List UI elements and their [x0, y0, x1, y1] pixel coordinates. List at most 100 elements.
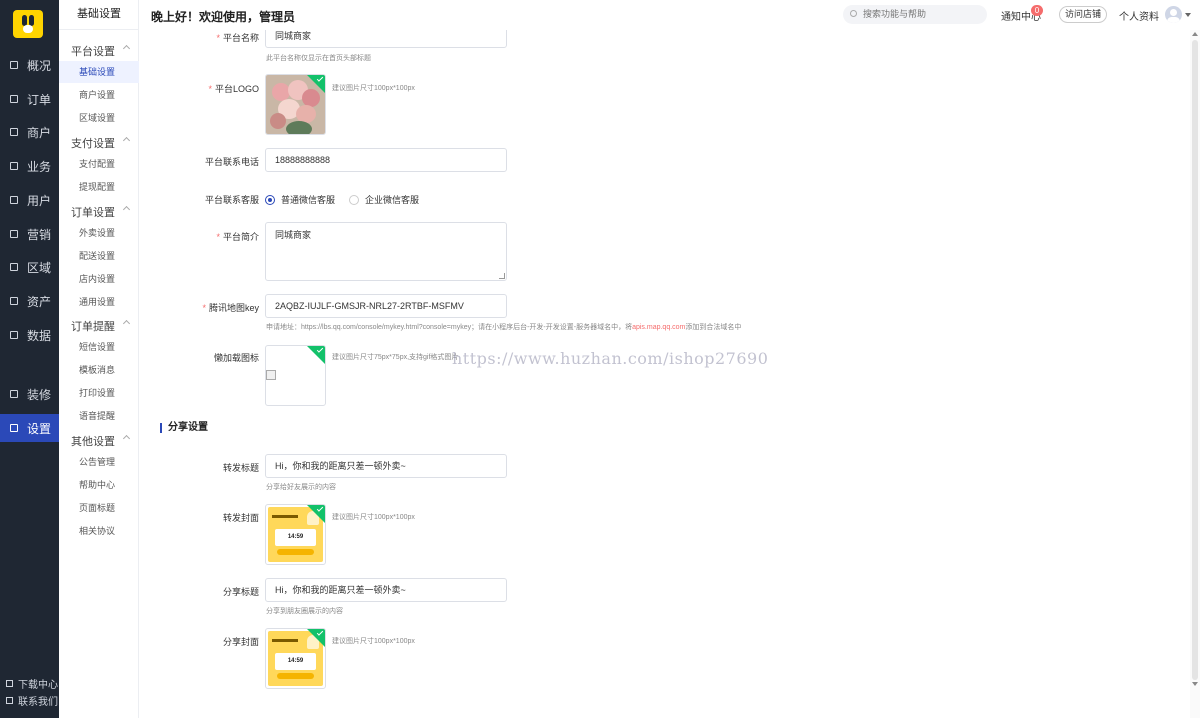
scrollbar-thumb[interactable] — [1192, 40, 1198, 680]
share-title-input[interactable]: Hi，你和我的距离只差一顿外卖~ — [265, 578, 507, 602]
broken-image-icon — [266, 370, 276, 380]
subnav-group-label: 支付设置 — [71, 138, 115, 150]
radio-enterprise-wechat[interactable]: 企业微信客服 — [349, 193, 419, 206]
sidebar-item-overview[interactable]: 概况 — [0, 52, 59, 78]
sidebar-item-label: 设置 — [27, 421, 52, 436]
sidebar-item-label: 订单 — [27, 92, 52, 107]
sidebar-item-marketing[interactable]: 营销 — [0, 221, 59, 247]
resize-handle-icon[interactable] — [499, 273, 505, 279]
notification-count-badge: 0 — [1031, 5, 1043, 16]
decorate-icon — [10, 390, 18, 398]
forward-cover-upload[interactable]: 14:59 — [265, 504, 326, 565]
service-label: 平台联系客服 — [204, 195, 259, 205]
subnav-item-notice[interactable]: 公告管理 — [59, 451, 139, 473]
phone-input[interactable]: 18888888888 — [265, 148, 507, 172]
subnav-item-takeout[interactable]: 外卖设置 — [59, 222, 139, 244]
logo-label: * 平台LOGO — [208, 84, 259, 94]
chevron-up-icon — [122, 205, 131, 214]
subnav-group-payment[interactable]: 支付设置 — [71, 135, 131, 151]
subnav-item-region[interactable]: 区域设置 — [59, 107, 139, 129]
subnav-item-general[interactable]: 通用设置 — [59, 291, 139, 313]
subnav-item-page-title[interactable]: 页面标题 — [59, 497, 139, 519]
avatar[interactable] — [1165, 6, 1182, 23]
share-cover-label: 分享封面 — [222, 637, 259, 647]
subnav-item-help[interactable]: 帮助中心 — [59, 474, 139, 496]
mapkey-input[interactable]: 2AQBZ-IUJLF-GMSJR-NRL27-2RTBF-MSFMV — [265, 294, 507, 318]
subnav-group-label: 其他设置 — [71, 436, 115, 448]
sidebar-item-data[interactable]: 数据 — [0, 322, 59, 348]
visit-store-button[interactable]: 访问店铺 — [1059, 6, 1107, 23]
sidebar-item-label: 数据 — [27, 328, 52, 343]
subnav-group-other[interactable]: 其他设置 — [71, 433, 131, 449]
app-logo[interactable] — [13, 10, 43, 38]
subnav-item-pay-config[interactable]: 支付配置 — [59, 153, 139, 175]
radio-normal-wechat[interactable]: 普通微信客服 — [265, 193, 335, 206]
settings-icon — [10, 424, 18, 432]
merchant-icon — [10, 128, 18, 136]
contact-us-link[interactable]: 联系我们 — [6, 693, 58, 708]
logo-size-hint: 建议图片尺寸100px*100px — [332, 85, 415, 92]
data-icon — [10, 331, 18, 339]
subnav-group-platform[interactable]: 平台设置 — [71, 43, 131, 59]
greeting-text: 晚上好！欢迎使用，管理员 — [151, 10, 296, 24]
sidebar-item-merchants[interactable]: 商户 — [0, 119, 59, 145]
chevron-up-icon — [122, 434, 131, 443]
watermark-text: https://www.huzhan.com/ishop27690 — [452, 349, 769, 368]
forward-title-input[interactable]: Hi，你和我的距离只差一顿外卖~ — [265, 454, 507, 478]
chevron-up-icon — [122, 319, 131, 328]
subnav-group-label: 订单提醒 — [71, 321, 115, 333]
subnav-item-instore[interactable]: 店内设置 — [59, 268, 139, 290]
scroll-down-icon[interactable] — [1192, 682, 1198, 686]
main-sidebar: 概况 订单 商户 业务 用户 营销 区域 资产 数据 装修 设置 下载中心 联系… — [0, 0, 59, 718]
subnav-group-order[interactable]: 订单设置 — [71, 204, 131, 220]
platform-name-input[interactable]: 同城商家 — [265, 30, 507, 48]
subnav-item-delivery[interactable]: 配送设置 — [59, 245, 139, 267]
sidebar-item-region[interactable]: 区域 — [0, 254, 59, 280]
sidebar-item-assets[interactable]: 资产 — [0, 288, 59, 314]
sidebar-item-label: 业务 — [27, 159, 52, 174]
logo-upload[interactable] — [265, 74, 326, 135]
subnav-item-sms[interactable]: 短信设置 — [59, 336, 139, 358]
scroll-up-icon[interactable] — [1192, 32, 1198, 36]
subnav-group-label: 订单设置 — [71, 207, 115, 219]
top-header: 晚上好！欢迎使用，管理员 通知中心 0 访问店铺 个人资料 — [139, 0, 1200, 30]
region-icon — [10, 263, 18, 271]
sidebar-item-settings[interactable]: 设置 — [0, 414, 59, 442]
subnav-item-merchant[interactable]: 商户设置 — [59, 84, 139, 106]
settings-subnav: 基础设置 平台设置 基础设置 商户设置 区域设置 支付设置 支付配置 提现配置 … — [59, 0, 139, 718]
radio-unchecked-icon — [349, 194, 359, 205]
subnav-title: 基础设置 — [59, 0, 139, 30]
mapkey-hint: 申请地址：https://lbs.qq.com/console/mykey.ht… — [266, 324, 742, 331]
subnav-item-voice[interactable]: 语音提醒 — [59, 405, 139, 427]
sidebar-item-decorate[interactable]: 装修 — [0, 381, 59, 407]
subnav-group-label: 平台设置 — [71, 46, 115, 58]
mapkey-label: * 腾讯地图key — [202, 303, 259, 313]
sidebar-item-orders[interactable]: 订单 — [0, 86, 59, 112]
intro-text: 同城商家 — [275, 230, 312, 240]
phone-label: 平台联系电话 — [204, 157, 259, 167]
sidebar-item-label: 商户 — [27, 125, 52, 140]
platform-name-hint: 此平台名称仅显示在首页头部标题 — [266, 55, 371, 62]
forward-cover-label: 转发封面 — [222, 513, 259, 523]
download-center-link[interactable]: 下载中心 — [6, 676, 58, 691]
sidebar-item-users[interactable]: 用户 — [0, 187, 59, 213]
lazy-icon-upload[interactable] — [265, 345, 326, 406]
user-icon — [10, 196, 18, 204]
subnav-item-template-msg[interactable]: 模板消息 — [59, 359, 139, 381]
subnav-item-withdraw-config[interactable]: 提现配置 — [59, 176, 139, 198]
subnav-item-agreement[interactable]: 相关协议 — [59, 520, 139, 542]
search-input[interactable] — [843, 5, 987, 24]
profile-link[interactable]: 个人资料 — [1119, 8, 1159, 23]
radio-label: 企业微信客服 — [365, 195, 420, 205]
sidebar-item-label: 区域 — [27, 260, 52, 275]
caret-down-icon[interactable] — [1185, 13, 1191, 17]
subnav-item-print[interactable]: 打印设置 — [59, 382, 139, 404]
lazy-icon-label: 懒加载图标 — [213, 353, 259, 363]
sidebar-item-business[interactable]: 业务 — [0, 153, 59, 179]
share-title-label: 分享标题 — [222, 587, 259, 597]
intro-textarea[interactable]: 同城商家 — [265, 222, 507, 281]
forward-title-label: 转发标题 — [222, 463, 259, 473]
subnav-group-reminder[interactable]: 订单提醒 — [71, 318, 131, 334]
subnav-item-basic[interactable]: 基础设置 — [59, 61, 139, 83]
share-cover-upload[interactable]: 14:59 — [265, 628, 326, 689]
